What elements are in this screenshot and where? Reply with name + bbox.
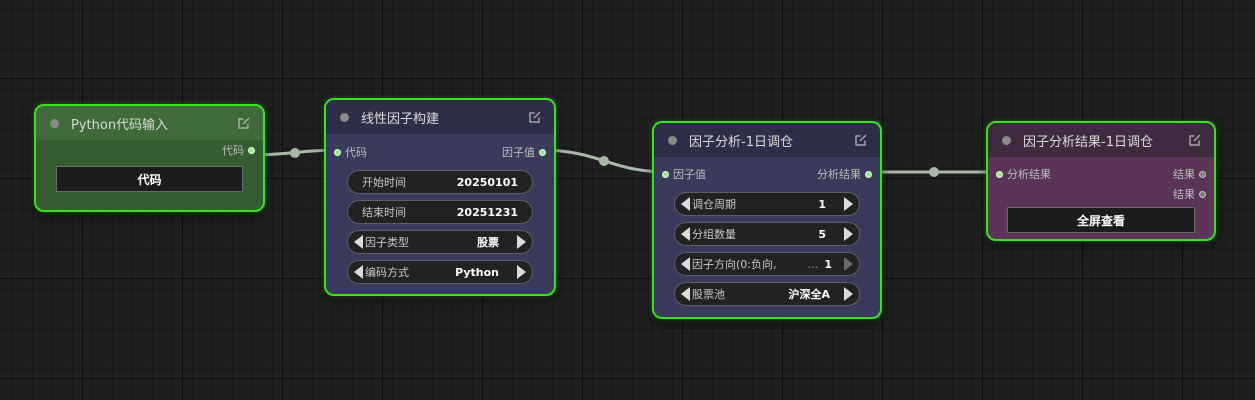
widget-label: 调仓周期: [692, 198, 736, 211]
node-title-bar[interactable]: 因子分析结果-1日调仓: [988, 123, 1214, 157]
fullscreen-view-button[interactable]: 全屏查看: [1007, 207, 1195, 233]
widget-value: 20251231: [456, 205, 518, 219]
arrow-left-icon[interactable]: [681, 227, 690, 241]
arrow-left-icon[interactable]: [681, 257, 690, 271]
widget-value: 20250101: [456, 175, 518, 189]
arrow-right-icon[interactable]: [844, 197, 853, 211]
arrow-left-icon[interactable]: [354, 265, 363, 279]
io-row: 结果: [988, 186, 1214, 202]
widget-value: Python: [455, 265, 499, 279]
input-slot-analysis-result[interactable]: 分析结果: [996, 166, 1051, 182]
edit-icon[interactable]: [528, 110, 542, 124]
node-python-input[interactable]: Python代码输入 代码 代码: [34, 104, 265, 212]
start-date-widget[interactable]: 开始时间 20250101: [347, 170, 533, 194]
io-row: 因子值 分析结果: [654, 166, 880, 182]
widget-label: 因子类型: [365, 236, 409, 249]
widget-value: 1: [818, 197, 826, 211]
input-label: 因子值: [673, 168, 706, 181]
arrow-left-icon[interactable]: [681, 287, 690, 301]
output-label: 分析结果: [817, 168, 861, 181]
output-slot-dot[interactable]: [865, 170, 872, 178]
link-code-midpoint[interactable]: [290, 148, 300, 158]
widget-value: 沪深全A: [788, 288, 830, 301]
node-title-bar[interactable]: 因子分析-1日调仓: [654, 123, 880, 157]
node-linear-factor[interactable]: 线性因子构建 代码 因子值 开始时间 20250101 结束时间 2025123…: [324, 98, 556, 296]
stock-pool-combo[interactable]: 股票池 沪深全A: [674, 282, 860, 306]
edit-icon[interactable]: [1188, 133, 1202, 147]
encoding-combo[interactable]: 编码方式 Python: [347, 260, 533, 284]
input-slot-dot[interactable]: [996, 170, 1003, 178]
node-title: 线性因子构建: [361, 111, 440, 127]
group-count-widget[interactable]: 分组数量 5: [674, 222, 860, 246]
output-slot-code[interactable]: 代码: [222, 142, 255, 158]
collapse-dot-icon[interactable]: [668, 135, 677, 145]
output-label: 结果: [1173, 168, 1195, 181]
widget-label: 结束时间: [362, 206, 406, 219]
widget-label: 股票池: [692, 288, 725, 301]
output-slot-dot[interactable]: [539, 148, 546, 156]
arrow-right-icon[interactable]: [517, 235, 526, 249]
input-slot-factor-value[interactable]: 因子值: [662, 166, 706, 182]
code-editor-button-label: 代码: [137, 172, 162, 187]
widget-label: 编码方式: [365, 266, 409, 279]
widget-value: 股票: [477, 236, 499, 249]
output-label: 代码: [222, 144, 244, 157]
arrow-right-icon[interactable]: [844, 257, 853, 271]
collapse-dot-icon[interactable]: [340, 112, 349, 122]
input-slot-dot[interactable]: [334, 148, 341, 156]
input-label: 分析结果: [1007, 168, 1051, 181]
output-slot-dot[interactable]: [1199, 170, 1206, 178]
collapse-dot-icon[interactable]: [50, 118, 59, 128]
collapse-dot-icon[interactable]: [1002, 135, 1011, 145]
arrow-left-icon[interactable]: [681, 197, 690, 211]
node-title: 因子分析结果-1日调仓: [1023, 134, 1153, 150]
factor-type-combo[interactable]: 因子类型 股票: [347, 230, 533, 254]
widget-label: 开始时间: [362, 176, 406, 189]
node-title-bar[interactable]: 线性因子构建: [326, 100, 554, 134]
edit-icon[interactable]: [854, 133, 868, 147]
widget-value: 1: [824, 257, 832, 271]
code-editor-button[interactable]: 代码: [56, 166, 243, 192]
output-label: 结果: [1173, 188, 1195, 201]
arrow-right-icon[interactable]: [517, 265, 526, 279]
node-title: 因子分析-1日调仓: [689, 134, 793, 150]
output-label: 因子值: [502, 146, 535, 159]
widget-label: 分组数量: [692, 228, 736, 241]
widget-label: 因子方向(0:负向,: [692, 258, 777, 271]
io-row: 代码: [36, 142, 263, 158]
link-factor-value-midpoint[interactable]: [599, 156, 609, 166]
arrow-right-icon[interactable]: [844, 287, 853, 301]
link-factor-value[interactable]: [539, 148, 669, 174]
output-slot-factor-value[interactable]: 因子值: [502, 144, 546, 160]
node-factor-analysis[interactable]: 因子分析-1日调仓 因子值 分析结果 调仓周期 1 分组数量 5 因子方向(0:…: [652, 121, 882, 319]
edit-icon[interactable]: [237, 116, 251, 130]
output-slot-result-1[interactable]: 结果: [1173, 166, 1206, 182]
node-title-bar[interactable]: Python代码输入: [36, 106, 263, 140]
rebalance-period-widget[interactable]: 调仓周期 1: [674, 192, 860, 216]
widget-ellipsis: …: [807, 257, 819, 271]
end-date-widget[interactable]: 结束时间 20251231: [347, 200, 533, 224]
output-slot-dot[interactable]: [1199, 190, 1206, 198]
input-slot-dot[interactable]: [662, 170, 669, 178]
output-slot-dot[interactable]: [248, 146, 255, 154]
node-analysis-result[interactable]: 因子分析结果-1日调仓 分析结果 结果 结果 全屏查看: [986, 121, 1216, 241]
arrow-left-icon[interactable]: [354, 235, 363, 249]
widget-value: 5: [818, 227, 826, 241]
node-title: Python代码输入: [71, 117, 169, 133]
io-row: 分析结果 结果: [988, 166, 1214, 182]
io-row: 代码 因子值: [326, 144, 554, 160]
factor-direction-widget[interactable]: 因子方向(0:负向, … 1: [674, 252, 860, 276]
fullscreen-view-button-label: 全屏查看: [1076, 213, 1125, 228]
output-slot-analysis-result[interactable]: 分析结果: [817, 166, 872, 182]
output-slot-result-2[interactable]: 结果: [1173, 186, 1206, 202]
arrow-right-icon[interactable]: [844, 227, 853, 241]
input-slot-code[interactable]: 代码: [334, 144, 367, 160]
link-analysis-result-midpoint[interactable]: [929, 167, 939, 177]
input-label: 代码: [345, 146, 367, 159]
